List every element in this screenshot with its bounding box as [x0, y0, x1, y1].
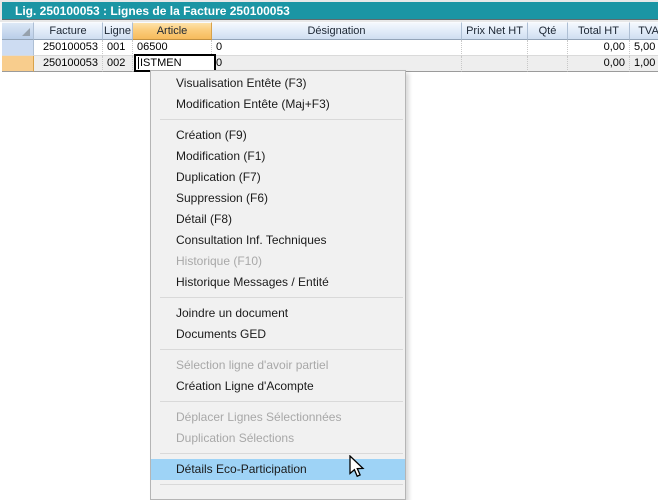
menu-item-historique: Historique (F10): [151, 251, 405, 272]
menu-separator: [160, 119, 403, 120]
text-caret: [138, 57, 139, 69]
menu-separator: [160, 401, 403, 402]
row-selector-cell[interactable]: [2, 56, 34, 72]
cell-tva[interactable]: 5,00: [630, 40, 658, 56]
cell-facture[interactable]: 250100053: [34, 56, 103, 72]
menu-item-creation[interactable]: Création (F9): [151, 125, 405, 146]
menu-item-deplacer-lignes-selectionnees: Déplacer Lignes Sélectionnées: [151, 407, 405, 428]
grid-header-row: Facture Ligne Article Désignation Prix N…: [2, 22, 658, 40]
cell-tva[interactable]: 1,00: [630, 56, 658, 72]
column-header-ligne[interactable]: Ligne: [103, 22, 133, 40]
column-header-tva[interactable]: TVA: [630, 22, 658, 40]
column-header-prix-net-ht[interactable]: Prix Net HT: [462, 22, 528, 40]
menu-item-duplication[interactable]: Duplication (F7): [151, 167, 405, 188]
select-all-header-cell[interactable]: [2, 22, 34, 40]
menu-item-documents-ged[interactable]: Documents GED: [151, 324, 405, 345]
menu-separator: [160, 297, 403, 298]
cell-prix-net-ht[interactable]: [462, 40, 528, 56]
menu-item-selection-ligne-avoir-partiel: Sélection ligne d'avoir partiel: [151, 355, 405, 376]
menu-item-modification-entete[interactable]: Modification Entête (Maj+F3): [151, 94, 405, 115]
column-header-facture[interactable]: Facture: [34, 22, 103, 40]
cell-total-ht[interactable]: 0,00: [568, 40, 630, 56]
cell-prix-net-ht[interactable]: [462, 56, 528, 72]
row-selector-cell[interactable]: [2, 40, 34, 56]
cell-ligne[interactable]: 001: [103, 40, 133, 56]
cell-qte[interactable]: [528, 40, 568, 56]
article-edit-value: ISTMEN: [140, 56, 182, 70]
cell-qte[interactable]: [528, 56, 568, 72]
column-header-total-ht[interactable]: Total HT: [568, 22, 630, 40]
cell-facture[interactable]: 250100053: [34, 40, 103, 56]
menu-item-visualisation-entete[interactable]: Visualisation Entête (F3): [151, 73, 405, 94]
cell-total-ht[interactable]: 0,00: [568, 56, 630, 72]
menu-separator: [160, 484, 403, 485]
menu-item-modification[interactable]: Modification (F1): [151, 146, 405, 167]
window-title: Lig. 250100053 : Lignes de la Facture 25…: [2, 2, 658, 20]
application-window: Lig. 250100053 : Lignes de la Facture 25…: [0, 0, 658, 486]
menu-separator: [160, 453, 403, 454]
column-header-designation[interactable]: Désignation: [212, 22, 462, 40]
menu-item-duplication-selections: Duplication Sélections: [151, 428, 405, 449]
select-all-triangle-icon: [22, 28, 30, 36]
menu-item-joindre-un-document[interactable]: Joindre un document: [151, 303, 405, 324]
cell-designation[interactable]: 0: [212, 40, 462, 56]
menu-item-suppression[interactable]: Suppression (F6): [151, 188, 405, 209]
menu-item-historique-messages-entite[interactable]: Historique Messages / Entité: [151, 272, 405, 293]
menu-item-consultation-inf-techniques[interactable]: Consultation Inf. Techniques: [151, 230, 405, 251]
cell-ligne[interactable]: 002: [103, 56, 133, 72]
column-header-qte[interactable]: Qté: [528, 22, 568, 40]
column-header-article[interactable]: Article: [133, 22, 212, 40]
context-menu: Visualisation Entête (F3) Modification E…: [150, 70, 406, 500]
menu-item-creation-ligne-acompte[interactable]: Création Ligne d'Acompte: [151, 376, 405, 397]
menu-separator: [160, 349, 403, 350]
window-titlebar[interactable]: Lig. 250100053 : Lignes de la Facture 25…: [0, 0, 658, 22]
table-row[interactable]: 250100053 001 06500 0 0,00 5,00: [2, 40, 658, 56]
mouse-cursor-icon: [349, 455, 367, 481]
menu-item-detail[interactable]: Détail (F8): [151, 209, 405, 230]
